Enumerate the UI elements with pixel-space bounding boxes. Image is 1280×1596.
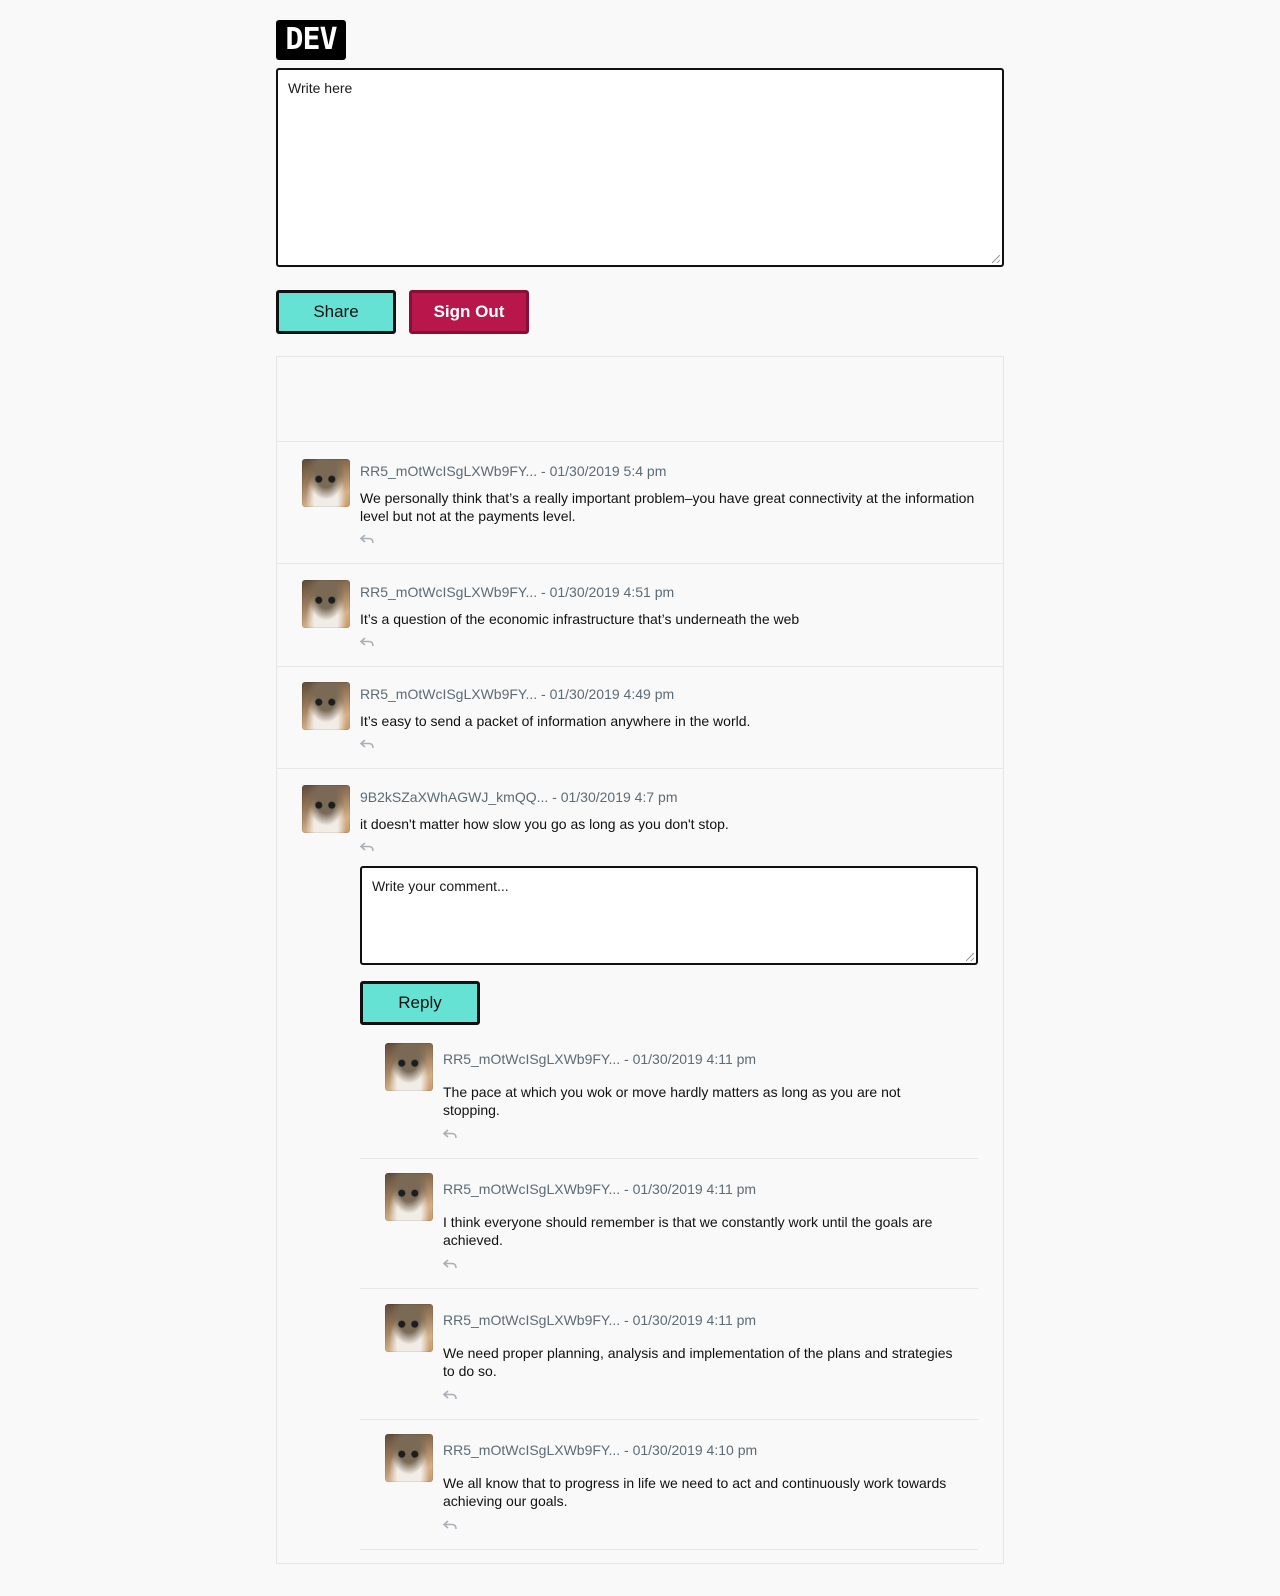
meta-separator: - — [537, 463, 550, 479]
sign-out-button[interactable]: Sign Out — [409, 290, 529, 334]
reply-date: 01/30/2019 4:11 pm — [632, 1312, 757, 1328]
reply-date: 01/30/2019 4:10 pm — [632, 1442, 758, 1458]
reply-meta: RR5_mOtWcISgLXWb9FY... - 01/30/2019 4:11… — [443, 1181, 756, 1197]
comment-text: It’s easy to send a packet of informatio… — [360, 713, 751, 729]
meta-separator: - — [620, 1442, 633, 1458]
reply-icon[interactable] — [360, 534, 374, 544]
divider — [360, 1158, 978, 1159]
comment-author[interactable]: RR5_mOtWcISgLXWb9FY... — [360, 686, 537, 702]
avatar[interactable] — [302, 785, 350, 833]
divider — [276, 768, 1004, 769]
reply-icon[interactable] — [360, 842, 374, 852]
post-input-placeholder: Write here — [288, 80, 353, 96]
comment-author[interactable]: RR5_mOtWcISgLXWb9FY... — [360, 584, 537, 600]
reply-date: 01/30/2019 4:11 pm — [632, 1051, 757, 1067]
avatar[interactable] — [385, 1173, 433, 1221]
avatar[interactable] — [385, 1434, 433, 1482]
reply-icon[interactable] — [360, 637, 374, 647]
reply-meta: RR5_mOtWcISgLXWb9FY... - 01/30/2019 4:10… — [443, 1442, 757, 1458]
reply-icon[interactable] — [360, 739, 374, 749]
comment-date: 01/30/2019 4:51 pm — [549, 584, 675, 600]
comments-panel-header — [277, 357, 1003, 442]
reply-author[interactable]: RR5_mOtWcISgLXWb9FY... — [443, 1051, 620, 1067]
share-button[interactable]: Share — [276, 290, 396, 334]
reply-meta: RR5_mOtWcISgLXWb9FY... - 01/30/2019 4:11… — [443, 1312, 756, 1328]
reply-button[interactable]: Reply — [360, 981, 480, 1025]
reply-icon[interactable] — [443, 1520, 457, 1530]
avatar[interactable] — [302, 682, 350, 730]
reply-date: 01/30/2019 4:11 pm — [632, 1181, 757, 1197]
reply-icon[interactable] — [443, 1129, 457, 1139]
comment-meta: 9B2kSZaXWhAGWJ_kmQQ... - 01/30/2019 4:7 … — [360, 789, 677, 805]
comment-text: We personally think that’s a really impo… — [360, 490, 975, 524]
reply-text: The pace at which you wok or move hardly… — [443, 1084, 901, 1118]
divider — [276, 666, 1004, 667]
post-input[interactable]: Write here — [276, 68, 1004, 267]
comment-text: It’s a question of the economic infrastr… — [360, 611, 800, 627]
divider — [360, 1288, 978, 1289]
meta-separator: - — [620, 1051, 633, 1067]
meta-separator: - — [620, 1312, 633, 1328]
divider — [360, 1419, 978, 1420]
reply-input-placeholder: Write your comment... — [372, 878, 509, 894]
dev-logo[interactable]: DEV — [276, 20, 346, 60]
avatar[interactable] — [385, 1043, 433, 1091]
divider — [360, 1549, 978, 1550]
comment-date: 01/30/2019 4:49 pm — [549, 686, 675, 702]
avatar[interactable] — [302, 580, 350, 628]
avatar[interactable] — [385, 1304, 433, 1352]
reply-author[interactable]: RR5_mOtWcISgLXWb9FY... — [443, 1442, 620, 1458]
reply-input[interactable]: Write your comment... — [360, 866, 978, 965]
reply-author[interactable]: RR5_mOtWcISgLXWb9FY... — [443, 1312, 620, 1328]
comment-author[interactable]: RR5_mOtWcISgLXWb9FY... — [360, 463, 537, 479]
reply-icon[interactable] — [443, 1259, 457, 1269]
comment-text: it doesn't matter how slow you go as lon… — [360, 816, 729, 832]
reply-author[interactable]: RR5_mOtWcISgLXWb9FY... — [443, 1181, 620, 1197]
comment-author[interactable]: 9B2kSZaXWhAGWJ_kmQQ... — [360, 789, 548, 805]
meta-separator: - — [620, 1181, 633, 1197]
comment-meta: RR5_mOtWcISgLXWb9FY... - 01/30/2019 5:4 … — [360, 463, 666, 479]
reply-text: We need proper planning, analysis and im… — [443, 1345, 953, 1379]
reply-meta: RR5_mOtWcISgLXWb9FY... - 01/30/2019 4:11… — [443, 1051, 756, 1067]
divider — [276, 563, 1004, 564]
comment-date: 01/30/2019 5:4 pm — [549, 463, 667, 479]
reply-text: I think everyone should remember is that… — [443, 1214, 933, 1248]
reply-icon[interactable] — [443, 1390, 457, 1400]
meta-separator: - — [537, 686, 550, 702]
comment-meta: RR5_mOtWcISgLXWb9FY... - 01/30/2019 4:49… — [360, 686, 674, 702]
resize-handle-icon[interactable] — [966, 953, 974, 961]
reply-text: We all know that to progress in life we … — [443, 1475, 947, 1509]
meta-separator: - — [537, 584, 550, 600]
resize-handle-icon[interactable] — [992, 255, 1000, 263]
comment-date: 01/30/2019 4:7 pm — [560, 789, 678, 805]
meta-separator: - — [548, 789, 561, 805]
avatar[interactable] — [302, 459, 350, 507]
comment-meta: RR5_mOtWcISgLXWb9FY... - 01/30/2019 4:51… — [360, 584, 674, 600]
